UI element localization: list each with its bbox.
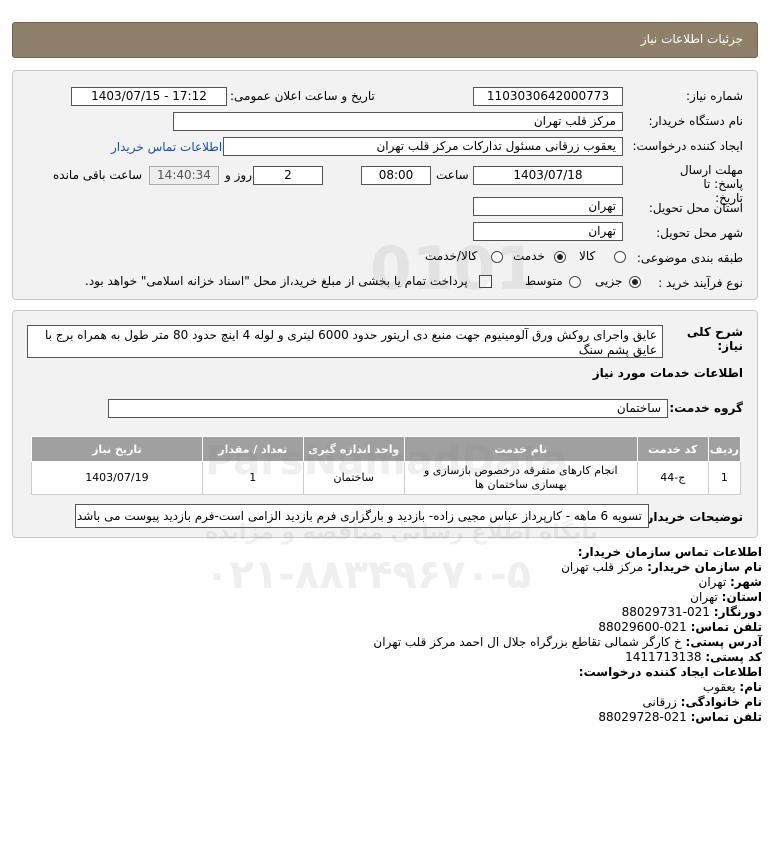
city-field[interactable]: تهران xyxy=(473,222,623,241)
category-label: طبقه بندی موضوعی: xyxy=(636,251,743,265)
contact-province-value: تهران xyxy=(690,590,718,604)
services-panel: شرح کلی نیاز: عایق واجرای روکش ورق آلومی… xyxy=(12,310,758,538)
time-label: ساعت xyxy=(436,168,469,182)
contact-city-label: شهر: xyxy=(730,575,762,589)
col-date: تاریخ نیاز xyxy=(31,436,203,462)
days-label: روز و xyxy=(225,168,252,182)
col-name: نام خدمت xyxy=(403,436,638,462)
purchase-option-minor: جزیی xyxy=(595,274,623,288)
creator-phone: تلفن تماس: 021-88029728 xyxy=(598,710,762,725)
cell-date: 1403/07/19 xyxy=(31,461,203,495)
table-row: 1 ج-44 انجام کارهای متفرقه درخصوص بازساز… xyxy=(31,461,742,495)
cell-unit: ساختمان xyxy=(302,461,405,495)
category-option-both: کالا/خدمت xyxy=(425,249,478,263)
contact-title: اطلاعات تماس سازمان خریدار: xyxy=(577,545,762,559)
contact-fax-value: 021-88029731 xyxy=(621,605,710,619)
creator-name-label: نام: xyxy=(739,680,762,694)
table-header-row: ردیف کد خدمت نام خدمت واحد اندازه گیری ت… xyxy=(31,436,742,462)
buyer-notes-field: تسویه 6 ماهه - کارپرداز عباس مجیی زاده- … xyxy=(75,504,649,528)
purchase-radio-minor[interactable] xyxy=(629,276,641,288)
services-table: ردیف کد خدمت نام خدمت واحد اندازه گیری ت… xyxy=(31,436,742,495)
category-radio-goods[interactable] xyxy=(614,251,626,263)
purchase-type-label: نوع فرآیند خرید : xyxy=(658,276,743,290)
creator-phone-value: 021-88029728 xyxy=(598,710,687,724)
contact-phone-label: تلفن تماس: xyxy=(690,620,762,634)
contact-city: شهر: تهران xyxy=(699,575,762,590)
col-row: ردیف xyxy=(707,436,742,462)
contact-city-value: تهران xyxy=(698,575,727,589)
buyer-notes-label: توضیحات خریدار: xyxy=(641,510,743,524)
creator-phone-label: تلفن تماس: xyxy=(690,710,762,724)
announce-label: تاریخ و ساعت اعلان عمومی: xyxy=(230,89,375,103)
col-qty: تعداد / مقدار xyxy=(201,436,304,462)
col-code: کد خدمت xyxy=(636,436,709,462)
need-info-panel: شماره نیاز: 1103030642000773 تاریخ و ساع… xyxy=(12,70,758,300)
deadline-time-field[interactable]: 08:00 xyxy=(361,166,431,185)
watermark-line2: ۰۲۱-۸۸۳۴۹۶۷۰-۵ xyxy=(205,552,532,598)
cell-row: 1 xyxy=(707,461,742,495)
buyer-contact-link[interactable]: اطلاعات تماس خریدار xyxy=(111,140,222,154)
description-text: عایق واجرای روکش ورق آلومینیوم جهت منبع … xyxy=(27,325,663,358)
creator-field[interactable]: یعقوب زرقانی مسئول تدارکات مرکز قلب تهرا… xyxy=(223,137,623,156)
buyer-org-label: نام دستگاه خریدار: xyxy=(648,114,744,128)
contact-address-value: خ کارگر شمالی تقاطع بزرگراه جلال ال احمد… xyxy=(373,635,682,649)
cell-name: انجام کارهای متفرقه درخصوص بازسازی و بهس… xyxy=(403,461,638,495)
province-field[interactable]: تهران xyxy=(473,197,623,216)
category-radio-both[interactable] xyxy=(491,251,503,263)
contact-phone-value: 021-88029600 xyxy=(598,620,687,634)
service-group-field[interactable]: ساختمان xyxy=(108,399,668,418)
contact-province: استان: تهران xyxy=(690,590,762,605)
creator-title: اطلاعات ایجاد کننده درخواست: xyxy=(578,665,762,679)
creator-name: نام: یعقوب xyxy=(703,680,762,695)
contact-postal: کد پستی: 1411713138 xyxy=(625,650,762,665)
purchase-option-medium: متوسط xyxy=(525,274,563,288)
deadline-date-field[interactable]: 1403/07/18 xyxy=(473,166,623,185)
city-label: شهر محل تحویل: xyxy=(656,226,743,240)
contact-postal-label: کد پستی: xyxy=(705,650,762,664)
treasury-payment-note: پرداخت تمام یا بخشی از مبلغ خرید،از محل … xyxy=(85,274,468,288)
creator-family-value: زرقانی xyxy=(642,695,677,709)
contact-province-label: استان: xyxy=(721,590,762,604)
category-option-goods: کالا xyxy=(579,249,596,263)
col-unit: واحد اندازه گیری xyxy=(302,436,405,462)
category-radio-service[interactable] xyxy=(554,251,566,263)
deadline-label: مهلت ارسال پاسخ: تا تاریخ: xyxy=(679,163,743,205)
service-group-label: گروه خدمت: xyxy=(669,401,743,415)
contact-postal-value: 1411713138 xyxy=(625,650,702,664)
contact-org-label: نام سازمان خریدار: xyxy=(647,560,762,574)
province-label: استان محل تحویل: xyxy=(648,201,743,215)
buyer-org-field[interactable]: مرکز قلب تهران xyxy=(173,112,623,131)
services-section-title: اطلاعات خدمات مورد نیاز xyxy=(592,366,743,380)
need-number-field[interactable]: 1103030642000773 xyxy=(473,87,623,106)
creator-family-label: نام خانوادگی: xyxy=(680,695,762,709)
description-label: شرح کلی نیاز: xyxy=(686,325,743,353)
page-header: جزئیات اطلاعات نیاز xyxy=(12,22,758,58)
contact-address-label: آدرس پستی: xyxy=(685,635,762,649)
creator-family: نام خانوادگی: زرقانی xyxy=(642,695,762,710)
purchase-radio-medium[interactable] xyxy=(569,276,581,288)
contact-fax-label: دورنگار: xyxy=(713,605,762,619)
contact-phone: تلفن تماس: 021-88029600 xyxy=(598,620,762,635)
creator-name-value: یعقوب xyxy=(702,680,736,694)
contact-org: نام سازمان خریدار: مرکز قلب تهران xyxy=(561,560,762,575)
remaining-time-field: 14:40:34 xyxy=(149,166,219,185)
announce-field[interactable]: 1403/07/15 - 17:12 xyxy=(71,87,227,106)
need-number-label: شماره نیاز: xyxy=(686,89,743,103)
creator-label: ایجاد کننده درخواست: xyxy=(632,139,743,153)
days-field[interactable]: 2 xyxy=(253,166,323,185)
treasury-payment-checkbox[interactable] xyxy=(479,275,492,288)
cell-code: ج-44 xyxy=(636,461,709,495)
category-option-service: خدمت xyxy=(513,249,545,263)
page-title: جزئیات اطلاعات نیاز xyxy=(640,32,743,46)
contact-address: آدرس پستی: خ کارگر شمالی تقاطع بزرگراه ج… xyxy=(373,635,762,650)
contact-fax: دورنگار: 021-88029731 xyxy=(622,605,762,620)
cell-qty: 1 xyxy=(201,461,304,495)
contact-org-value: مرکز قلب تهران xyxy=(561,560,644,574)
remaining-label: ساعت باقی مانده xyxy=(53,168,143,182)
